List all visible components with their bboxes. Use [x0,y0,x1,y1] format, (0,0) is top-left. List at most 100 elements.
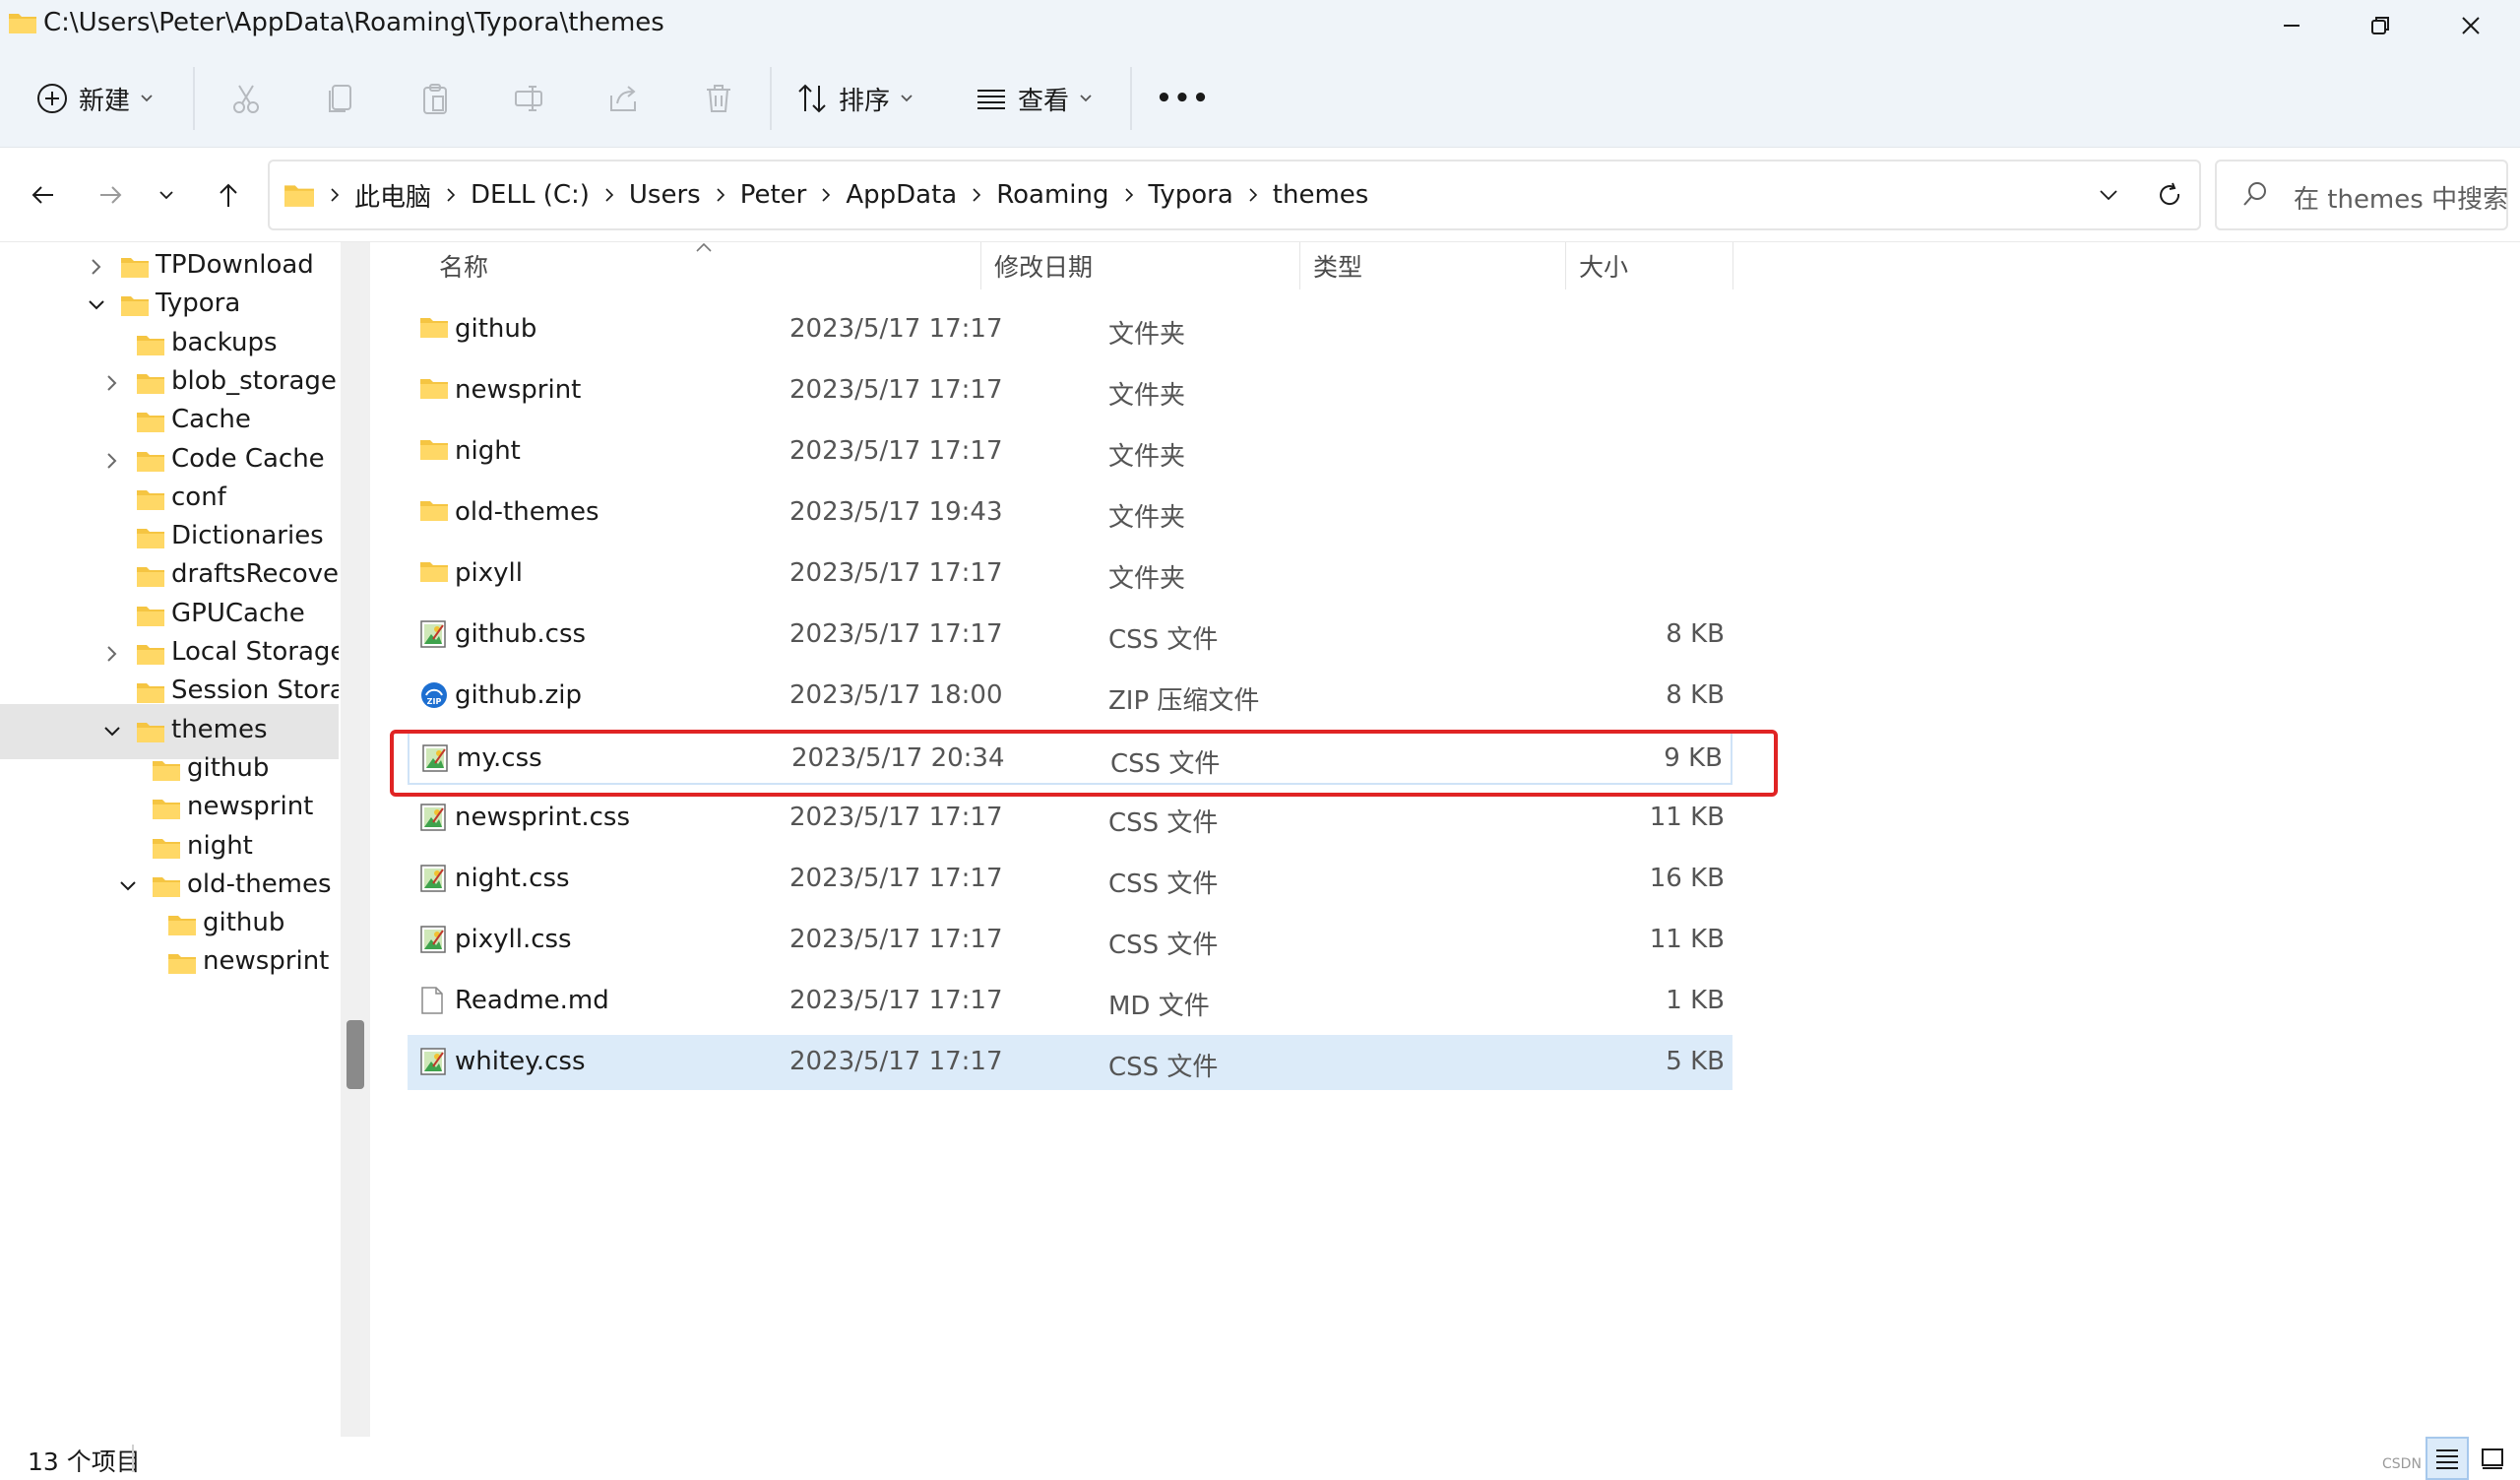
breadcrumb-item[interactable]: Typora [1143,180,1239,210]
refresh-button[interactable] [2140,161,2199,228]
copy-button[interactable] [313,71,368,126]
paste-button[interactable] [408,71,463,126]
tiles-view-button[interactable] [2471,1437,2514,1480]
chevron-down-icon[interactable] [100,720,124,743]
file-row[interactable]: github 2023/5/17 17:17 文件夹 [408,302,1732,357]
restore-icon [2371,17,2389,34]
column-divider[interactable] [1732,242,1733,290]
chevron-right-icon[interactable] [100,487,124,511]
cut-button[interactable] [219,71,274,126]
list-view-icon [977,90,1005,109]
breadcrumb-item[interactable]: Roaming [990,180,1114,210]
tree-item[interactable]: github [0,906,339,943]
tree-item[interactable]: night [0,829,339,867]
more-options-button[interactable]: ••• [1156,71,1211,126]
tree-item[interactable]: Cache [0,403,339,440]
chevron-right-icon[interactable] [132,913,156,936]
tree-item[interactable]: Code Cache [0,442,339,480]
chevron-right-icon[interactable] [116,836,140,860]
chevron-right-icon[interactable] [85,255,108,279]
chevron-right-icon[interactable] [116,758,140,782]
address-history-button[interactable] [2079,161,2138,228]
file-row[interactable]: newsprint.css 2023/5/17 17:17 CSS 文件 11 KB [408,791,1732,846]
view-button[interactable]: 查看 [975,71,1093,126]
tree-item[interactable]: conf [0,481,339,518]
up-button[interactable] [201,167,256,223]
new-button[interactable]: 新建 [35,71,154,126]
folder-icon [419,436,449,466]
chevron-right-icon[interactable] [100,371,124,395]
breadcrumb: 此电脑 DELL (C:) Users Peter AppData Roamin… [284,161,1374,228]
file-row[interactable]: newsprint 2023/5/17 17:17 文件夹 [408,363,1732,418]
tree-item[interactable]: GPUCache [0,597,339,634]
tree-item[interactable]: Dictionaries [0,519,339,556]
delete-button[interactable] [691,71,746,126]
more-icon: ••• [1156,84,1211,113]
tree-item[interactable]: Typora [0,287,339,324]
file-row[interactable]: night.css 2023/5/17 17:17 CSS 文件 16 KB [408,852,1732,907]
column-divider[interactable] [1565,242,1566,290]
file-name: newsprint [455,375,582,405]
file-list: 名称 修改日期 类型 大小 github 2023/5/17 17:17 文件夹 ne… [370,242,2520,1437]
tree-item[interactable]: draftsRecover [0,557,339,595]
file-row[interactable]: old-themes 2023/5/17 19:43 文件夹 [408,485,1732,541]
tree-item[interactable]: blob_storage [0,364,339,402]
breadcrumb-item[interactable]: themes [1267,180,1375,210]
chevron-right-icon[interactable] [100,333,124,356]
breadcrumb-item[interactable]: DELL (C:) [465,180,596,210]
chevron-right-icon[interactable] [100,642,124,666]
tree-item[interactable]: TPDownload [0,248,339,286]
column-header-type[interactable]: 类型 [1313,242,1608,290]
tree-item-label: newsprint [203,946,330,977]
tree-item[interactable]: newsprint [0,944,339,982]
restore-button[interactable] [2335,0,2426,51]
recent-locations-button[interactable] [142,167,191,223]
tree-item[interactable]: Local Storage [0,635,339,673]
address-bar[interactable]: 此电脑 DELL (C:) Users Peter AppData Roamin… [268,160,2201,230]
chevron-right-icon[interactable] [116,797,140,820]
rename-button[interactable] [502,71,557,126]
file-row[interactable]: night 2023/5/17 17:17 文件夹 [408,424,1732,480]
tree-item[interactable]: github [0,751,339,789]
scrollbar-track[interactable] [341,242,370,1437]
tree-item[interactable]: old-themes [0,868,339,905]
breadcrumb-item[interactable]: Peter [734,180,813,210]
chevron-right-icon[interactable] [100,604,124,627]
breadcrumb-item[interactable]: AppData [840,180,963,210]
sort-button[interactable]: 排序 [795,71,914,126]
file-row[interactable]: github.css 2023/5/17 17:17 CSS 文件 8 KB [408,608,1732,663]
forward-button[interactable] [83,167,138,223]
folder-icon [167,950,197,980]
search-input[interactable]: 在 themes 中搜索 [2215,160,2508,230]
chevron-down-icon[interactable] [85,293,108,317]
file-size: 8 KB [1666,680,1725,710]
chevron-right-icon[interactable] [132,951,156,975]
details-view-button[interactable] [2426,1437,2469,1480]
column-header-size[interactable]: 大小 [1579,242,1717,290]
chevron-right-icon[interactable] [100,449,124,473]
chevron-right-icon[interactable] [100,680,124,704]
breadcrumb-item[interactable]: Users [623,180,707,210]
column-divider[interactable] [1299,242,1300,290]
file-type: CSS 文件 [1108,625,1219,655]
file-row[interactable]: whitey.css 2023/5/17 17:17 CSS 文件 5 KB [408,1035,1732,1090]
chevron-right-icon[interactable] [100,564,124,588]
chevron-right-icon[interactable] [100,410,124,433]
share-button[interactable] [597,71,652,126]
chevron-right-icon[interactable] [100,526,124,549]
breadcrumb-item[interactable]: 此电脑 [348,177,437,214]
back-button[interactable] [16,167,71,223]
tree-item[interactable]: newsprint [0,790,339,827]
file-row[interactable]: Readme.md 2023/5/17 17:17 MD 文件 1 KB [408,974,1732,1029]
column-divider[interactable] [980,242,981,290]
file-row[interactable]: pixyll.css 2023/5/17 17:17 CSS 文件 11 KB [408,913,1732,968]
column-header-date[interactable]: 修改日期 [994,242,1290,290]
minimize-button[interactable] [2246,0,2337,51]
tree-item[interactable]: backups [0,326,339,363]
file-row[interactable]: ZIP github.zip 2023/5/17 18:00 ZIP 压缩文件 8 KB [408,669,1732,724]
file-row[interactable]: pixyll 2023/5/17 17:17 文件夹 [408,547,1732,602]
arrow-left-icon [32,186,53,204]
scrollbar-thumb[interactable] [346,1020,364,1089]
close-button[interactable] [2426,0,2516,51]
chevron-down-icon[interactable] [116,874,140,898]
